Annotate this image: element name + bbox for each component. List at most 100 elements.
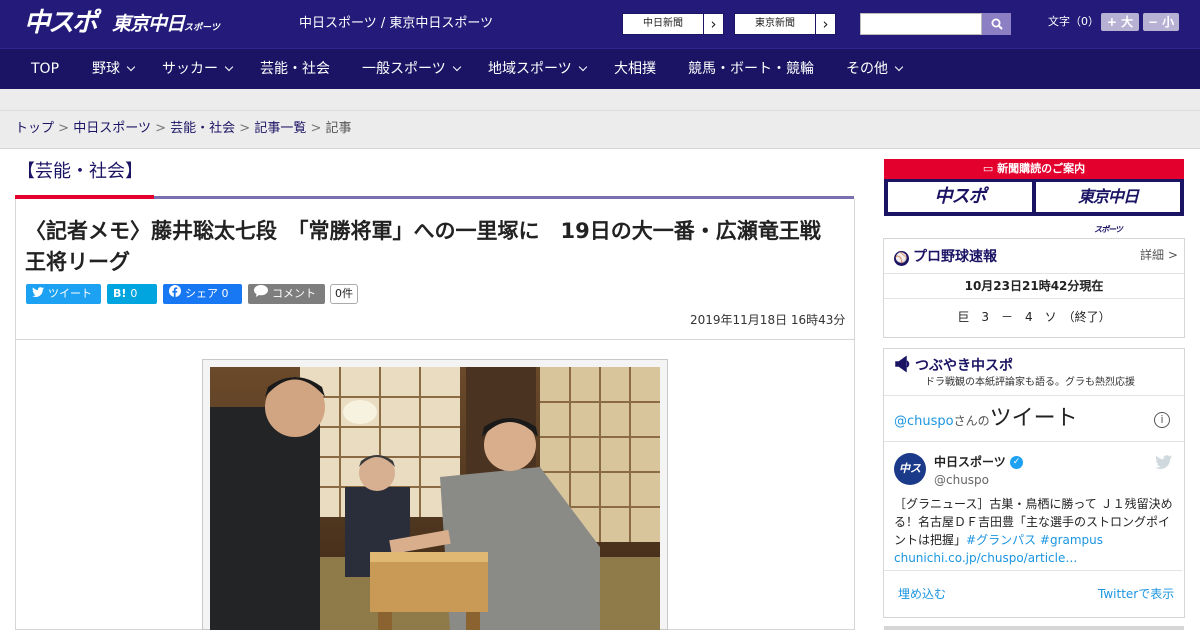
subscribe-tokyo-chunichi-suffix: スポーツ	[1094, 225, 1123, 234]
tweet-footer-divider	[884, 570, 1182, 571]
chunichi-shimbun-label: 中日新聞	[643, 18, 683, 29]
baseball-widget-divider	[884, 298, 1184, 299]
article-headline: 〈記者メモ〉藤井聡太七段 「常勝将軍」への一里塚に 19日の大一番・広瀬竜王戦 …	[25, 219, 842, 274]
main-nav: TOP 野球 サッカー 芸能・社会 一般スポーツ 地域スポーツ 大相撲 競馬・ボ…	[0, 48, 1200, 89]
chevron-down-icon	[452, 62, 461, 72]
nav-item-sumo[interactable]: 大相撲	[614, 49, 656, 89]
baseball-icon: ⚾	[894, 251, 909, 266]
speech-bubble-icon	[254, 284, 268, 304]
tokyo-shimbun-label: 東京新聞	[755, 18, 795, 29]
verified-badge-icon: ✓	[1010, 456, 1023, 469]
next-widget	[884, 626, 1184, 630]
subscribe-chuspo-label: 中スポ	[934, 186, 987, 207]
subscribe-chuspo-link[interactable]: 中スポ	[888, 182, 1032, 212]
hatena-bookmark-icon: B!	[113, 287, 127, 300]
nav-item-entertainment[interactable]: 芸能・社会	[260, 49, 330, 89]
baseball-detail-link[interactable]: 詳細 >	[1140, 247, 1178, 263]
hatena-bookmark-button[interactable]: B! 0	[107, 284, 157, 304]
view-on-twitter-link[interactable]: Twitterで表示	[1098, 587, 1174, 601]
twitter-timeline-label: ツイート	[989, 406, 1078, 431]
chevron-down-icon	[894, 62, 904, 72]
tweet-button[interactable]: ツイート	[26, 284, 101, 304]
chevron-right-icon: ›	[703, 14, 723, 34]
header-site-links[interactable]: 中日スポーツ / 東京中日スポーツ	[299, 16, 493, 32]
info-icon[interactable]: i	[1154, 412, 1170, 428]
nav-item-baseball[interactable]: 野球	[92, 49, 136, 89]
nav-label: 芸能・社会	[260, 61, 330, 77]
top-header: 中スポ 東京中日スポーツ 中日スポーツ / 東京中日スポーツ 中日新聞 › 東京…	[0, 0, 1200, 48]
nav-label: 地域スポーツ	[488, 61, 572, 77]
breadcrumb-separator: >	[155, 121, 166, 136]
breadcrumb-link-chunichi-sports[interactable]: 中日スポーツ	[73, 121, 151, 136]
nav-item-local-sports[interactable]: 地域スポーツ	[488, 49, 587, 89]
tweets-widget-divider	[884, 395, 1184, 396]
chevron-right-icon: ›	[815, 14, 835, 34]
tweet-hashtag[interactable]: #grampus	[1040, 533, 1103, 547]
nav-label: 一般スポーツ	[362, 61, 446, 77]
shogi-match-photo	[210, 367, 660, 630]
tweets-widget-divider	[884, 441, 1184, 442]
subscription-title: ▭ 新聞購読のご案内	[884, 161, 1184, 177]
tweet-account-handle[interactable]: @chuspo	[934, 472, 989, 488]
subscribe-tokyo-chunichi-label: 東京中日 スポーツ	[1036, 182, 1180, 245]
facebook-share-button[interactable]: シェア 0	[163, 284, 242, 304]
nav-item-racing[interactable]: 競馬・ボート・競輪	[688, 49, 814, 89]
breadcrumb-link-entertainment[interactable]: 芸能・社会	[170, 121, 235, 136]
twitter-bird-icon[interactable]	[1155, 454, 1172, 473]
article-photo[interactable]	[210, 367, 660, 630]
search-input[interactable]	[860, 13, 982, 35]
nav-label: その他	[846, 61, 888, 77]
sub-nav-strip	[0, 89, 1200, 111]
chunichi-shimbun-link[interactable]: 中日新聞 ›	[622, 13, 724, 35]
nav-item-top[interactable]: TOP	[31, 49, 59, 89]
nav-label: TOP	[31, 61, 60, 77]
article-divider	[16, 339, 854, 340]
section-title: 【芸能・社会】	[17, 161, 143, 182]
tweets-widget-title: つぶやき中スポ	[915, 358, 1013, 374]
tweet-link[interactable]: chunichi.co.jp/chuspo/article…	[894, 551, 1077, 565]
breadcrumb-link-article-list[interactable]: 記事一覧	[254, 121, 306, 136]
font-larger-button[interactable]: + 大	[1101, 13, 1139, 31]
chevron-down-icon	[126, 62, 136, 72]
tokyo-chunichi-logo[interactable]: 東京中日スポーツ	[112, 12, 220, 40]
tokyo-chunichi-logo-text: 東京中日	[112, 13, 185, 35]
comment-button[interactable]: コメント	[248, 284, 325, 304]
tokyo-shimbun-link[interactable]: 東京新聞 ›	[734, 13, 836, 35]
nav-label: 野球	[92, 61, 120, 77]
tweet-hashtag[interactable]: #グランパス	[966, 533, 1036, 547]
search-button[interactable]	[982, 13, 1011, 35]
chuspo-logo[interactable]: 中スポ	[24, 8, 98, 38]
newspaper-icon: ▭	[982, 162, 994, 175]
search-icon	[991, 18, 1003, 30]
twitter-timeline-title[interactable]: @chuspoさんのツイート	[894, 405, 1078, 436]
chevron-down-icon	[578, 62, 587, 72]
avatar[interactable]: 中スポ	[894, 453, 926, 485]
embed-link[interactable]: 埋め込む	[898, 587, 946, 601]
twitter-timeline-san: さんの	[953, 414, 990, 428]
subscription-title-text: 新聞購読のご案内	[997, 162, 1086, 175]
hatena-count: 0	[130, 287, 138, 300]
comment-label: コメント	[272, 287, 316, 300]
nav-item-general-sports[interactable]: 一般スポーツ	[362, 49, 461, 89]
nav-label: 競馬・ボート・競輪	[688, 61, 814, 77]
chevron-down-icon	[224, 62, 234, 72]
baseball-update-time: 10月23日21時42分現在	[964, 279, 1104, 293]
font-smaller-button[interactable]: − 小	[1143, 13, 1179, 31]
breadcrumb-link-top[interactable]: トップ	[15, 121, 54, 136]
font-size-label: 文字（0）	[1048, 15, 1099, 28]
tweets-widget-subtitle: ドラ戦観の本紙評論家も語る。グラも熱烈応援	[925, 377, 1135, 388]
twitter-bird-icon	[32, 284, 44, 304]
nav-item-other[interactable]: その他	[846, 49, 904, 89]
baseball-widget-title: ⚾ プロ野球速報	[894, 248, 997, 266]
breadcrumb-separator: >	[239, 121, 251, 136]
nav-item-soccer[interactable]: サッカー	[162, 49, 234, 89]
baseball-score[interactable]: 巨 3 － 4 ソ （終了）	[885, 310, 1183, 324]
tweet-account-name[interactable]: 中日スポーツ	[934, 454, 1006, 470]
comment-count: 0件	[330, 284, 358, 304]
subscribe-tokyo-chunichi-link[interactable]: 東京中日 スポーツ	[1036, 182, 1180, 234]
twitter-timeline-handle: @chuspo	[894, 414, 954, 429]
facebook-share-label: シェア	[185, 287, 218, 300]
baseball-widget-divider	[884, 273, 1184, 274]
tweet-text: ［グラニュース］古巣・鳥栖に勝って Ｊ１残留決める！名古屋ＤＦ吉田豊「主な選手の…	[894, 495, 1176, 567]
tokyo-chunichi-logo-suffix: スポーツ	[184, 23, 220, 33]
